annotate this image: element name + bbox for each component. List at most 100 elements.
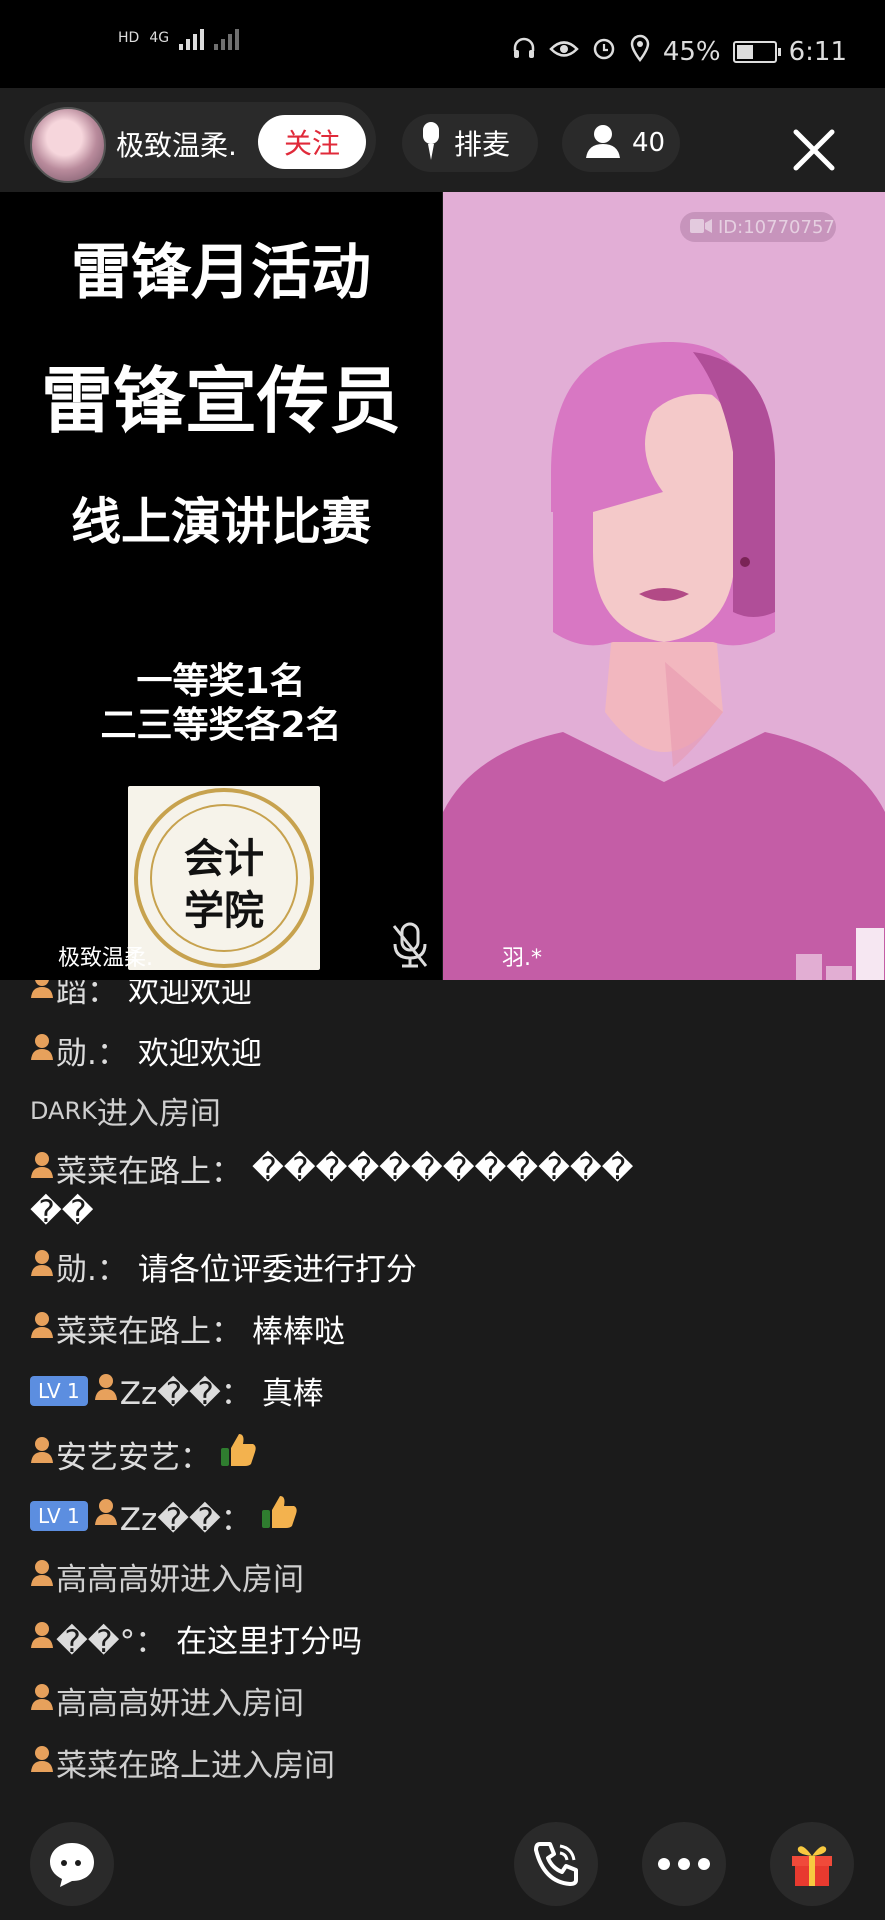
clock: 6:11 [788,36,847,67]
thumbs-up-icon [219,1430,259,1478]
chat-username: 勋.： [56,1036,128,1072]
chat-input-button[interactable] [30,1822,114,1906]
chat-text: ������������ [252,1150,634,1187]
poster-prize-2: 二三等奖各2名 [100,705,342,746]
voice-call-button[interactable] [514,1822,598,1906]
chat-username: 安艺安艺： [56,1439,211,1476]
level-badge: LV 1 [30,1501,88,1531]
audience-count: 40 [632,128,666,158]
microphone-icon [420,122,442,164]
room-id-badge: ID:10770757 [680,212,836,242]
signal-2-icon [214,26,240,50]
user-icon [30,1249,54,1285]
hd-indicator: HD [118,30,140,46]
status-right-indicators: 45% 6:11 [511,34,847,69]
chat-text: 进入房间 [211,1748,335,1784]
status-left-indicators: HD 4G [118,26,240,50]
user-icon [30,1683,54,1719]
signal-icon [179,26,205,50]
gift-icon [792,1846,832,1886]
audience-count-button[interactable]: 40 [562,114,680,172]
location-icon [629,34,651,69]
close-icon [793,129,835,171]
host-avatar[interactable] [30,107,106,183]
host-name: 极致温柔. [116,129,237,162]
chat-message: 安艺安艺： [30,1430,259,1478]
chat-message: 菜菜在路上： ������������ [30,1146,633,1191]
chat-list[interactable]: 蹈： 欢迎欢迎 勋.： 欢迎欢迎 DARK 进入房间 菜菜在路上： ������… [0,980,885,1810]
alarm-icon [591,35,617,68]
room-header: 极致温柔. 关注 排麦 40 [0,88,885,192]
mic-queue-button[interactable]: 排麦 [402,114,538,172]
close-button[interactable] [790,126,838,174]
level-badge: LV 1 [30,1375,88,1406]
chat-message: LV 1 Zz��： [30,1492,300,1540]
user-icon [30,1745,54,1781]
chat-message: 菜菜在路上： 棒棒哒 [30,1306,345,1351]
chat-message-continuation: �� [30,1194,94,1230]
chat-bubble-icon [50,1843,94,1887]
chat-system-message: DARK 进入房间 [30,1088,221,1133]
chat-system-message: 高高高妍 进入房间 [30,1554,304,1599]
network-quality-icon [796,928,884,984]
host-video-tile[interactable]: 雷锋月活动 雷锋宣传员 线上演讲比赛 一等奖1名 二三等奖各2名 会计 学院 [0,192,442,980]
eye-icon [549,37,579,67]
mic-muted-icon [390,922,430,974]
chat-message: LV 1 Zz��： 真棒 [30,1368,324,1413]
chat-username: 高高高妍 [56,1562,180,1598]
user-icon [30,1311,54,1347]
status-bar: HD 4G 45% 6:11 [0,0,885,88]
gift-button[interactable] [770,1822,854,1906]
chat-message: 勋.： 欢迎欢迎 [30,1028,262,1073]
user-icon [94,1373,118,1409]
user-icon [94,1498,118,1534]
chat-username: ��°： [56,1624,167,1660]
chat-message: 勋.： 请各位评委进行打分 [30,1244,417,1289]
mic-queue-label: 排麦 [454,128,511,161]
accounting-school-seal: 会计 学院 [128,786,320,970]
chat-username: 高高高妍 [56,1686,180,1722]
video-camera-icon [690,217,712,238]
chat-text: 棒棒哒 [252,1314,345,1350]
user-icon [30,1033,54,1069]
user-icon [30,1559,54,1595]
thumbs-up-icon [260,1492,300,1540]
seal-text-2: 学院 [184,887,264,934]
chat-username: 菜菜在路上： [56,1154,242,1190]
poster-title-2: 雷锋宣传员 [40,359,401,443]
headphones-icon [511,35,537,68]
chat-username: 勋.： [56,1252,128,1288]
follow-button[interactable]: 关注 [258,115,366,169]
user-icon [30,1436,54,1472]
poster-title-3: 线上演讲比赛 [71,493,371,551]
guest-tile-name: 羽.* [502,946,542,971]
guest-video-tile[interactable] [443,192,885,980]
chat-text: 真棒 [261,1376,324,1412]
more-icon [658,1858,710,1870]
room-id: ID:10770757 [718,216,835,238]
chat-username: 菜菜在路上 [56,1748,211,1784]
network-type: 4G [149,30,170,46]
chat-text: 在这里打分吗 [176,1624,363,1660]
chat-username: Zz��： [119,1376,252,1412]
chat-system-message: 菜菜在路上 进入房间 [30,1740,335,1785]
chat-username: 菜菜在路上： [56,1314,242,1350]
poster-title-1: 雷锋月活动 [71,238,371,308]
chat-message-cut: 蹈： 欢迎欢迎 [30,980,252,1011]
chat-text: 进入房间 [180,1686,304,1722]
guest-avatar-illustration [443,341,885,980]
chat-system-message: 高高高妍 进入房间 [30,1678,304,1723]
battery-icon [732,40,781,63]
more-button[interactable] [642,1822,726,1906]
user-icon [30,1621,54,1657]
chat-text: 进入房间 [96,1096,221,1132]
chat-text: 欢迎欢迎 [137,1036,262,1072]
chat-text: 请各位评委进行打分 [137,1252,417,1288]
chat-text: 进入房间 [180,1562,304,1598]
chat-message: ��°： 在这里打分吗 [30,1616,362,1661]
user-icon [30,980,54,1007]
battery-percent: 45% [662,36,721,67]
chat-username: Zz��： [119,1501,252,1538]
chat-text: �� [30,1194,94,1230]
user-icon [30,1151,54,1187]
